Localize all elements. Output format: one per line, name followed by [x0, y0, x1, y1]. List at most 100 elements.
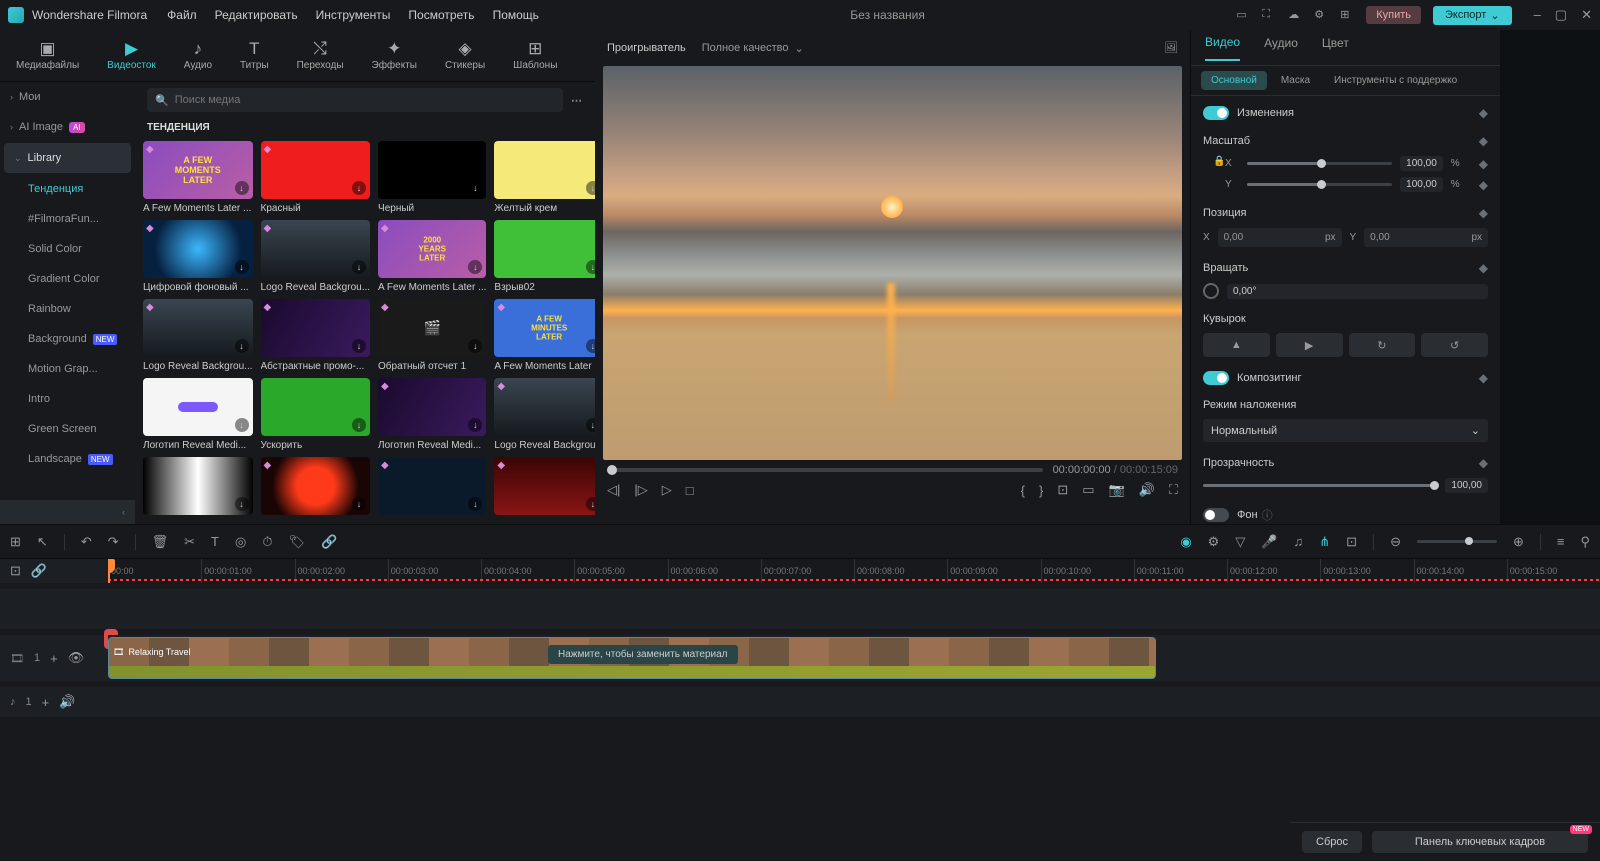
bg-toggle[interactable]	[1203, 508, 1229, 522]
media-tile[interactable]: ◆2000YEARSLATER↓A Few Moments Later ...	[378, 220, 486, 293]
play-button[interactable]: ▷	[662, 482, 672, 498]
sidebar-sub-trend[interactable]: Тенденция	[0, 174, 135, 204]
media-tile[interactable]: ◆↓	[494, 457, 595, 515]
tl-grid-icon[interactable]: ⊞	[10, 534, 21, 550]
tab-color[interactable]: Цвет	[1322, 36, 1349, 60]
sidebar-sub-intro[interactable]: Intro	[0, 384, 135, 414]
sidebar-sub-solid[interactable]: Solid Color	[0, 234, 135, 264]
media-tile[interactable]: ↓Логотип Reveal Medi...	[143, 378, 253, 451]
blend-mode-select[interactable]: Нормальный⌄	[1203, 419, 1488, 442]
track-mute-icon[interactable]: 🔊	[59, 694, 75, 710]
upload-icon[interactable]: ☁	[1288, 8, 1302, 22]
lock-icon[interactable]: 🔒	[1213, 156, 1225, 167]
compositing-toggle[interactable]	[1203, 371, 1229, 385]
settings-icon[interactable]: ⚙	[1314, 8, 1328, 22]
tab-transitions[interactable]: ⤭Переходы	[297, 40, 344, 71]
maximize-button[interactable]: ▢	[1555, 7, 1567, 23]
sidebar-sub-rainbow[interactable]: Rainbow	[0, 294, 135, 324]
tl-music-icon[interactable]: ♫	[1294, 534, 1304, 549]
tab-video[interactable]: Видео	[1205, 35, 1240, 61]
playhead[interactable]	[108, 559, 110, 583]
keyframe-icon[interactable]: ◆	[1479, 134, 1488, 148]
search-input[interactable]	[175, 94, 555, 106]
keyframe-icon[interactable]: ◆	[1479, 157, 1488, 171]
tl-undo-icon[interactable]: ↶	[81, 534, 92, 550]
scrub-bar[interactable]	[607, 468, 1043, 472]
sidebar-sub-bg[interactable]: Background NEW	[0, 324, 135, 354]
cloud-icon[interactable]: ▭	[1236, 8, 1250, 22]
media-tile[interactable]: ↓Черный	[378, 141, 486, 214]
tl-adjust-icon[interactable]: ⚲	[1580, 534, 1590, 550]
media-tile[interactable]: ◆A FEWMINUTESLATER↓A Few Moments Later .…	[494, 299, 595, 372]
fullscreen-icon[interactable]: ⛶	[1169, 482, 1178, 498]
tl-chain-icon[interactable]: 🔗	[31, 563, 47, 579]
menu-edit[interactable]: Редактировать	[215, 8, 298, 22]
menu-help[interactable]: Помощь	[493, 8, 539, 22]
volume-icon[interactable]: 🔊	[1139, 482, 1155, 498]
menu-view[interactable]: Посмотреть	[408, 8, 474, 22]
tl-render-icon[interactable]: ⊡	[1346, 534, 1357, 550]
rotate-cw-button[interactable]: ↻	[1349, 333, 1416, 357]
opacity-slider[interactable]	[1203, 484, 1437, 487]
tab-templates[interactable]: ⊞Шаблоны	[513, 40, 557, 71]
media-tile[interactable]: ◆↓Цифровой фоновый ...	[143, 220, 253, 293]
track-add-icon[interactable]: +	[50, 651, 58, 666]
sidebar-item-ai[interactable]: ›AI ImageAI	[0, 112, 135, 142]
tab-audio-prop[interactable]: Аудио	[1264, 36, 1298, 60]
sidebar-collapse[interactable]: ‹	[0, 500, 135, 524]
sidebar-sub-green[interactable]: Green Screen	[0, 414, 135, 444]
flip-h-button[interactable]: ▲	[1203, 333, 1270, 357]
sidebar-item-my[interactable]: ›Мои	[0, 82, 135, 112]
camera-icon[interactable]: 📷	[1109, 482, 1125, 498]
monitor-icon[interactable]: ▭	[1082, 482, 1094, 498]
subtab-basic[interactable]: Основной	[1201, 71, 1267, 90]
tl-ai-icon[interactable]: ◉	[1180, 534, 1191, 550]
save-icon[interactable]: ⛶	[1262, 8, 1276, 22]
media-tile[interactable]: ◆A FEWMOMENTSLATER↓A Few Moments Later .…	[143, 141, 253, 214]
mark-in-icon[interactable]: {	[1021, 483, 1025, 498]
pos-y-input[interactable]: 0,00px	[1364, 228, 1488, 247]
tab-stock[interactable]: ▶Видеосток	[107, 40, 156, 71]
tl-redo-icon[interactable]: ↷	[108, 534, 119, 550]
keyframes-panel-button[interactable]: Панель ключевых кадровNEW	[1372, 831, 1588, 853]
tl-delete-icon[interactable]: 🗑	[152, 534, 169, 550]
tl-mic-icon[interactable]: 🎤	[1261, 534, 1277, 550]
tab-effects[interactable]: ✦Эффекты	[372, 40, 417, 71]
search-box[interactable]: 🔍	[147, 88, 563, 112]
media-tile[interactable]: ◆↓	[378, 457, 486, 515]
media-tile[interactable]: ◆↓	[261, 457, 371, 515]
media-tile[interactable]: ◆↓Logo Reveal Backgrou...	[143, 299, 253, 372]
rotate-dial[interactable]	[1203, 283, 1219, 299]
tl-cursor-icon[interactable]: ↖	[37, 534, 48, 550]
subtab-mask[interactable]: Маска	[1271, 71, 1320, 90]
tl-gear-icon[interactable]: ⚙	[1208, 534, 1220, 550]
subtab-ai[interactable]: Инструменты с поддержко	[1324, 71, 1467, 90]
apps-icon[interactable]: ⊞	[1340, 8, 1354, 22]
media-tile[interactable]: ◆🎬↓Обратный отсчет 1	[378, 299, 486, 372]
sidebar-sub-fun[interactable]: #FilmoraFun...	[0, 204, 135, 234]
sidebar-sub-motion[interactable]: Motion Grap...	[0, 354, 135, 384]
tab-titles[interactable]: TТитры	[240, 40, 269, 71]
tl-list-icon[interactable]: ≡	[1557, 534, 1565, 549]
reset-button[interactable]: Сброс	[1302, 831, 1362, 853]
menu-tools[interactable]: Инструменты	[316, 8, 391, 22]
tl-mixer-icon[interactable]: ⋔	[1319, 534, 1330, 550]
media-tile[interactable]: ◆↓Красный	[261, 141, 371, 214]
rotate-ccw-button[interactable]: ↺	[1421, 333, 1488, 357]
sidebar-sub-land[interactable]: Landscape NEW	[0, 444, 135, 474]
tl-crop-icon[interactable]: ◎	[235, 534, 246, 550]
tl-speed-icon[interactable]: ⏱	[262, 534, 272, 550]
media-tile[interactable]: ◆↓Logo Reveal Backgrou...	[261, 220, 371, 293]
media-tile[interactable]: ↓Желтый крем	[494, 141, 595, 214]
zoom-slider[interactable]	[1417, 540, 1497, 543]
crop-icon[interactable]: ⊡	[1057, 482, 1068, 498]
keyframe-icon[interactable]: ◆	[1479, 206, 1488, 220]
media-tile[interactable]: ↓Взрыв02	[494, 220, 595, 293]
keyframe-icon[interactable]: ◆	[1479, 106, 1488, 120]
timeline-ruler[interactable]: 00:0000:00:01:00 00:00:02:0000:00:03:00 …	[108, 559, 1600, 583]
media-tile[interactable]: ↓	[143, 457, 253, 515]
tab-media[interactable]: ▣Медиафайлы	[16, 40, 79, 71]
keyframe-icon[interactable]: ◆	[1479, 371, 1488, 385]
play-back-button[interactable]: |▷	[634, 482, 647, 498]
sidebar-sub-grad[interactable]: Gradient Color	[0, 264, 135, 294]
